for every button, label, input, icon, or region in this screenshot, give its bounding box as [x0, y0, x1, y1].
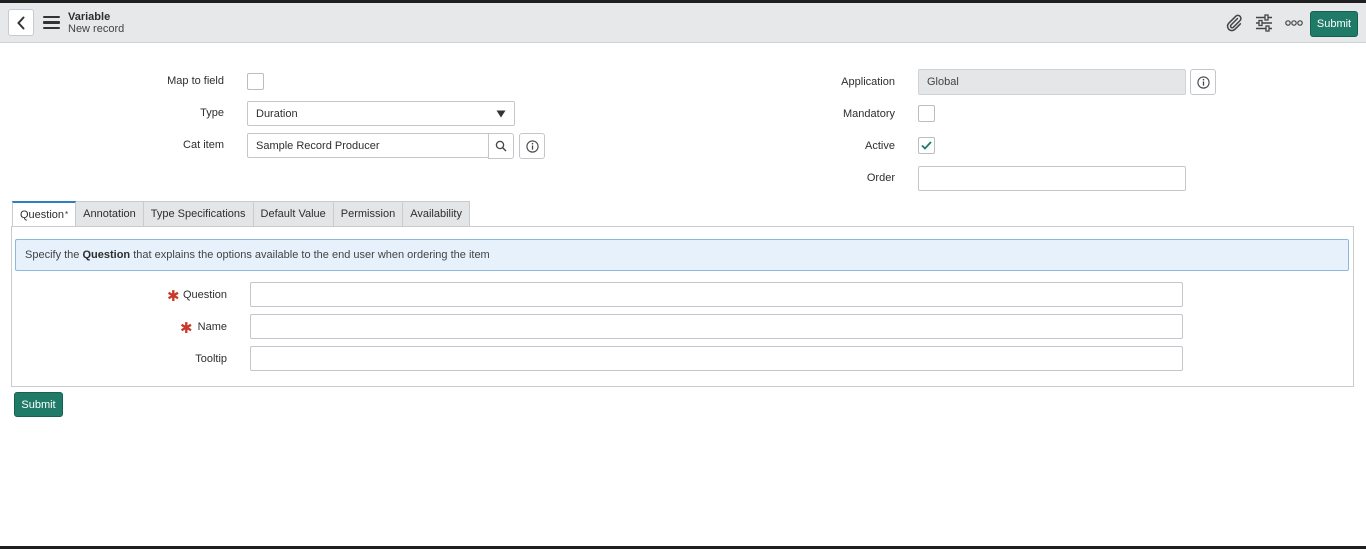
order-label: Order — [866, 172, 895, 184]
tab-availability[interactable]: Availability — [403, 201, 470, 227]
tab-default-value[interactable]: Default Value — [253, 201, 334, 227]
chevron-down-icon — [496, 110, 506, 117]
application-value: Global — [927, 76, 959, 88]
info-icon — [1196, 75, 1210, 89]
page-subtitle: New record — [68, 23, 125, 35]
checkmark-icon — [921, 141, 932, 150]
notice-bold: Question — [82, 249, 131, 261]
mandatory-label: Mandatory — [843, 108, 895, 120]
active-label: Active — [865, 140, 895, 152]
attachment-button[interactable] — [1224, 13, 1244, 33]
tab-availability-label: Availability — [410, 208, 462, 220]
page-title: Variable — [68, 11, 111, 23]
type-select[interactable]: Duration — [247, 101, 515, 126]
name-label: Name — [197, 321, 227, 333]
tooltip-label: Tooltip — [195, 353, 227, 365]
order-input[interactable] — [918, 166, 1186, 191]
tab-type-specifications[interactable]: Type Specifications — [143, 201, 254, 227]
type-label: Type — [200, 107, 224, 119]
tooltip-input[interactable] — [250, 346, 1183, 371]
chevron-left-icon — [17, 16, 25, 29]
tab-question-marker: * — [65, 210, 69, 219]
notice-prefix: Specify the — [25, 249, 80, 261]
header-submit-button[interactable]: Submit — [1310, 11, 1358, 37]
name-input[interactable] — [250, 314, 1183, 339]
tab-question[interactable]: Question * — [12, 201, 77, 227]
tab-annotation[interactable]: Annotation — [76, 201, 144, 227]
back-button[interactable] — [8, 9, 34, 36]
application-info-button[interactable] — [1190, 69, 1216, 95]
cat-item-label: Cat item — [183, 139, 224, 151]
question-input[interactable] — [250, 282, 1183, 307]
notice-suffix: that explains the options available to t… — [133, 249, 490, 261]
more-options-button[interactable] — [1284, 13, 1304, 33]
tab-permission-label: Permission — [340, 208, 396, 220]
paperclip-icon — [1226, 14, 1242, 32]
question-label: Question — [182, 289, 227, 301]
map-to-field-label: Map to field — [167, 75, 224, 87]
form-header: Variable New record Submit — [0, 3, 1366, 43]
search-icon — [495, 140, 507, 152]
tab-default-value-label: Default Value — [260, 208, 326, 220]
cat-item-input[interactable]: Sample Record Producer — [247, 133, 489, 158]
tab-permission[interactable]: Permission — [333, 201, 404, 227]
tab-annotation-label: Annotation — [83, 208, 136, 220]
mandatory-checkbox[interactable] — [918, 105, 935, 122]
type-select-value: Duration — [256, 107, 298, 120]
section-tabs: Question * Annotation Type Specifications… — [12, 201, 470, 227]
cat-item-lookup-button[interactable] — [488, 133, 514, 159]
application-field: Global — [918, 69, 1186, 95]
question-info-notice: Specify the Question that explains the o… — [15, 239, 1349, 271]
settings-sliders-icon — [1256, 14, 1272, 32]
more-options-icon — [1285, 20, 1303, 26]
footer-submit-button[interactable]: Submit — [14, 392, 63, 417]
tab-question-label: Question — [20, 208, 65, 221]
active-checkbox[interactable] — [918, 137, 935, 154]
application-label: Application — [841, 76, 895, 88]
map-to-field-checkbox[interactable] — [247, 73, 264, 90]
tab-type-specifications-label: Type Specifications — [150, 208, 246, 220]
cat-item-value: Sample Record Producer — [256, 139, 380, 152]
personalize-form-button[interactable] — [1254, 13, 1274, 33]
info-icon — [525, 139, 539, 153]
hamburger-menu-icon[interactable] — [43, 16, 60, 30]
cat-item-info-button[interactable] — [519, 133, 545, 159]
